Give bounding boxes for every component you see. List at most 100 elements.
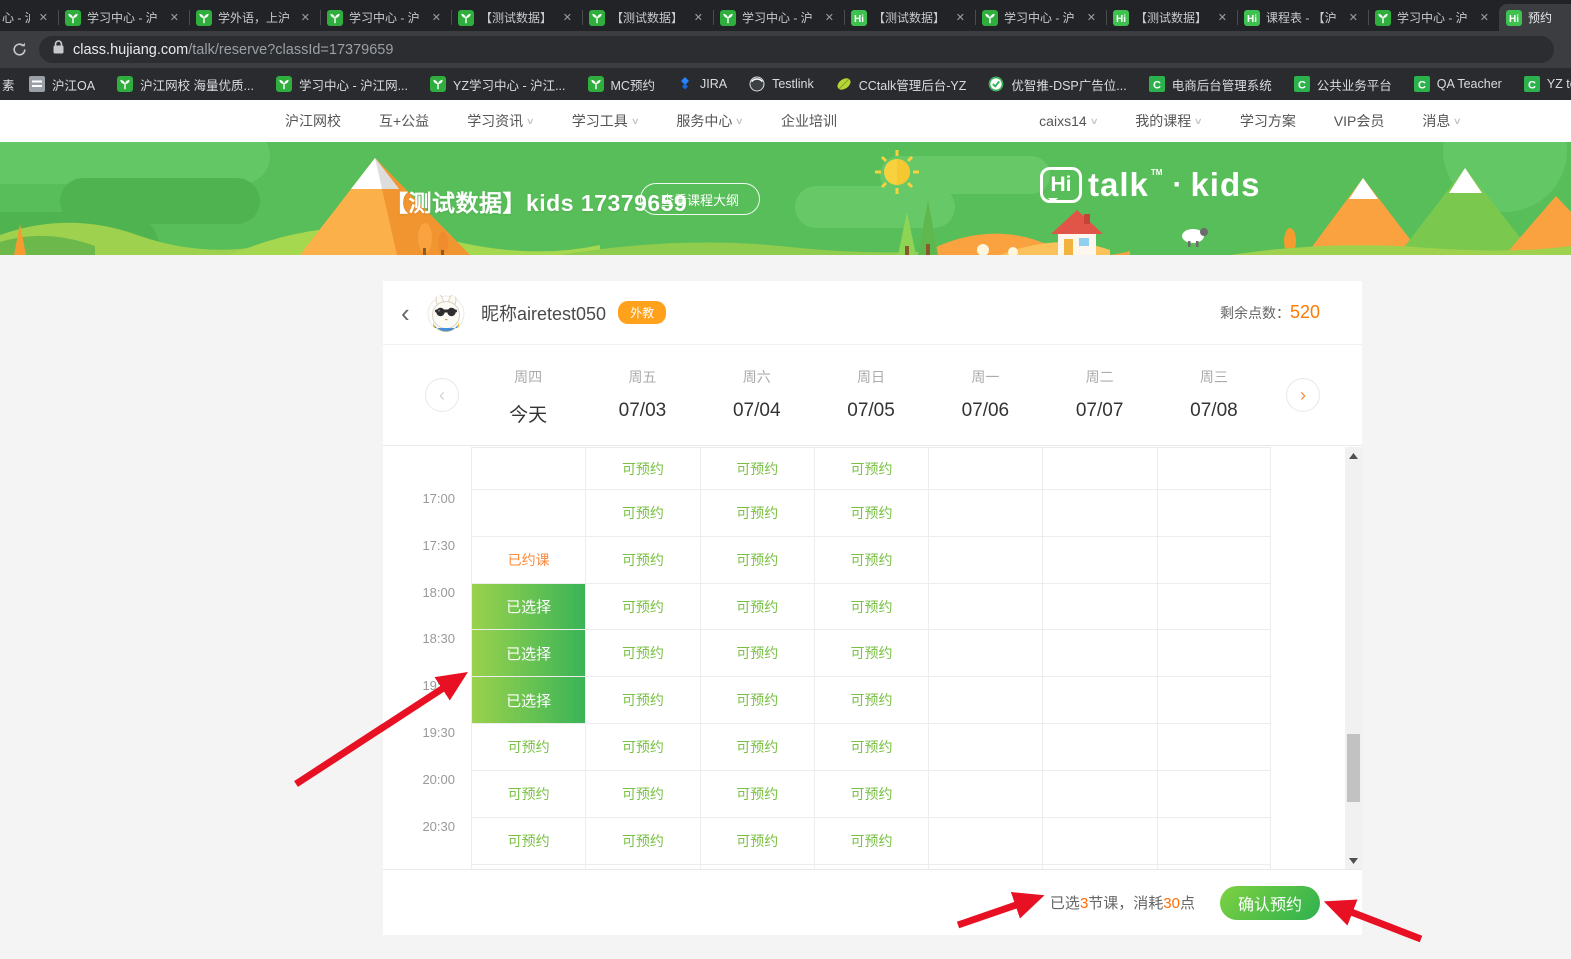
slot-available[interactable]: 可预约 [699,536,814,583]
bookmark-item[interactable]: YZ学习中心 - 沪江... [419,75,577,94]
browser-tab[interactable]: 学习中心 - 沪 ✕ [1368,4,1499,31]
url-bar[interactable]: class.hujiang.com/talk/reserve?classId=1… [39,36,1554,63]
slot-available[interactable]: 可预约 [585,629,700,676]
nav-item-企业培训[interactable]: 企业培训 [781,111,837,131]
bookmark-item[interactable]: 沪江网校 海量优质... [106,75,265,94]
slot-available[interactable]: 可预约 [813,489,929,536]
tab-close-icon[interactable]: ✕ [1346,10,1361,25]
browser-tab[interactable]: Hi 【测试数据】 ✕ [1106,4,1237,31]
tab-close-icon[interactable]: ✕ [691,10,706,25]
slot-empty [1042,770,1157,817]
browser-tab[interactable]: 【测试数据】 ✕ [451,4,582,31]
nav-item-caixs14[interactable]: caixs14 ∨ [1039,113,1098,129]
tab-close-icon[interactable]: ✕ [167,10,182,25]
bookmark-item[interactable]: 优智推-DSP广告位... [977,75,1137,94]
slot-selected[interactable]: 已选择 [471,583,586,629]
slot-available[interactable]: 可预约 [699,676,814,723]
browser-tab[interactable]: Hi 【测试数据】 ✕ [844,4,975,31]
tab-close-icon[interactable]: ✕ [560,10,575,25]
slot-available[interactable]: 可预约 [585,447,700,489]
nav-item-VIP会员[interactable]: VIP会员 [1334,111,1385,131]
slot-available[interactable]: 可预约 [699,817,814,864]
tab-close-icon[interactable]: ✕ [822,10,837,25]
bookmark-item[interactable]: CCtalk管理后台-YZ [825,75,978,94]
tab-close-icon[interactable]: ✕ [429,10,444,25]
confirm-reserve-button[interactable]: 确认预约 [1220,885,1320,920]
browser-tab[interactable]: 学习中心 - 沪 ✕ [975,4,1106,31]
time-label-cell: 20:30 [383,817,471,864]
bookmark-item[interactable]: C 电商后台管理系统 [1138,75,1283,94]
nav-item-互+公益[interactable]: 互+公益 [379,111,429,131]
slot-selected[interactable]: 已选择 [471,676,586,723]
slot-available[interactable]: 可预约 [699,629,814,676]
browser-tab[interactable]: 学外语，上沪 ✕ [189,4,320,31]
slot-available[interactable]: 可预约 [471,817,586,864]
next-week-button[interactable]: › [1286,378,1320,412]
slot-available[interactable]: 可预约 [813,676,929,723]
bookmark-item[interactable]: 素 [0,75,18,94]
scrollbar-thumb[interactable] [1347,734,1360,802]
browser-tab[interactable]: 心 - 沪 ✕ [0,4,58,31]
slot-available[interactable]: 可预约 [699,583,814,629]
nav-item-服务中心[interactable]: 服务中心 ∨ [676,111,744,131]
browser-tab[interactable]: 【测试数据】 ✕ [582,4,713,31]
nav-item-学习方案[interactable]: 学习方案 [1240,111,1296,131]
slot-available[interactable]: 可预约 [813,723,929,770]
slot-available[interactable]: 可预约 [699,447,814,489]
slot-available[interactable]: 可预约 [585,817,700,864]
slot-available[interactable]: 可预约 [813,447,929,489]
bookmark-item[interactable]: MC预约 [577,75,666,94]
slot-available[interactable]: 可预约 [585,489,700,536]
nav-item-消息[interactable]: 消息 ∨ [1422,111,1462,131]
prev-week-button[interactable]: ‹ [425,378,459,412]
slot-available[interactable]: 可预约 [699,770,814,817]
slot-available[interactable]: 可预约 [585,770,700,817]
reserve-card: ‹ 昵称airetest050 外教 剩余点数：520 ‹ 周四 今天 周五 0… [383,281,1362,935]
bookmark-item[interactable]: Testlink [738,76,825,92]
slot-available[interactable]: 可预约 [813,629,929,676]
bookmark-item[interactable]: JIRA [666,76,738,92]
tab-close-icon[interactable]: ✕ [953,10,968,25]
slot-available[interactable]: 可预约 [813,817,929,864]
slot-available[interactable]: 可预约 [471,723,586,770]
bookmark-item[interactable]: C QA Teacher [1403,76,1513,92]
slot-available[interactable]: 可预约 [585,723,700,770]
slot-available[interactable]: 可预约 [699,723,814,770]
tab-close-icon[interactable]: ✕ [1477,10,1492,25]
browser-tab[interactable]: 学习中心 - 沪 ✕ [713,4,844,31]
view-outline-button[interactable]: 查看课程大纲 [640,183,761,215]
browser-tab[interactable]: Hi 课程表 - 【沪 ✕ [1237,4,1368,31]
slot-available[interactable]: 可预约 [585,536,700,583]
slot-empty [928,817,1043,864]
nav-item-沪江网校[interactable]: 沪江网校 [285,111,341,131]
tab-close-icon[interactable]: ✕ [36,10,51,25]
tab-strip: 心 - 沪✕学习中心 - 沪✕学外语，上沪✕学习中心 - 沪✕【测试数据】✕【测… [0,0,1571,31]
nav-item-学习资讯[interactable]: 学习资讯 ∨ [467,111,535,131]
reload-icon[interactable] [7,38,31,62]
tab-close-icon[interactable]: ✕ [1084,10,1099,25]
nav-item-我的课程[interactable]: 我的课程 ∨ [1135,111,1203,131]
nav-item-学习工具[interactable]: 学习工具 ∨ [572,111,640,131]
bookmark-label: 电商后台管理系统 [1171,78,1272,93]
browser-tab[interactable]: 学习中心 - 沪 ✕ [58,4,189,31]
slot-available[interactable]: 可预约 [813,770,929,817]
slot-available[interactable]: 可预约 [813,536,929,583]
back-button[interactable]: ‹ [401,300,421,326]
browser-tab[interactable]: Hi 预约 [1499,4,1571,31]
bookmark-item[interactable]: C 公共业务平台 [1283,75,1403,94]
grid-scrollbar[interactable] [1345,447,1362,869]
slot-available[interactable]: 可预约 [585,583,700,629]
slot-selected[interactable]: 已选择 [471,629,586,676]
bookmark-item[interactable]: 沪江OA [18,75,106,94]
browser-tab[interactable]: 学习中心 - 沪 ✕ [320,4,451,31]
scroll-up-icon[interactable] [1345,447,1362,464]
slot-available[interactable]: 可预约 [813,583,929,629]
scroll-down-icon[interactable] [1345,852,1362,869]
slot-available[interactable]: 可预约 [471,770,586,817]
slot-available[interactable]: 可预约 [699,489,814,536]
bookmark-item[interactable]: 学习中心 - 沪江网... [265,75,419,94]
tab-close-icon[interactable]: ✕ [1215,10,1230,25]
tab-close-icon[interactable]: ✕ [298,10,313,25]
slot-available[interactable]: 可预约 [585,676,700,723]
bookmark-item[interactable]: C YZ teacher [1513,76,1571,92]
